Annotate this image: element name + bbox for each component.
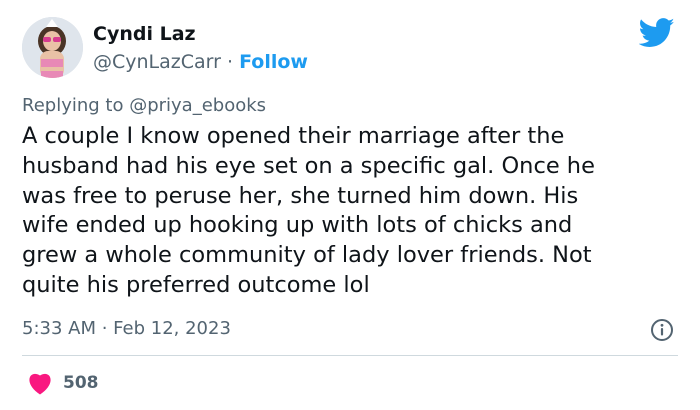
replying-prefix: Replying to	[22, 95, 130, 116]
tweet-text: A couple I know opened their marriage af…	[22, 123, 595, 298]
tweet-timestamp[interactable]: 5:33 AM · Feb 12, 2023	[22, 317, 231, 341]
like-button[interactable]: 508	[22, 369, 99, 397]
info-icon[interactable]	[650, 318, 674, 342]
twitter-bird-icon[interactable]	[639, 18, 675, 48]
reply-mention-link[interactable]: @priya_ebooks	[129, 95, 266, 116]
divider	[22, 355, 678, 356]
author-handle-row: @CynLazCarr · Follow	[93, 50, 308, 74]
tweet-card: Cyndi Laz @CynLazCarr · Follow Replying …	[0, 0, 700, 410]
follow-button[interactable]: Follow	[239, 51, 308, 73]
author-name[interactable]: Cyndi Laz	[93, 22, 196, 46]
avatar-image	[22, 17, 83, 78]
replying-to: Replying to @priya_ebooks	[22, 94, 266, 118]
heart-icon	[29, 373, 51, 395]
handle-separator: ·	[227, 51, 234, 73]
like-count: 508	[63, 373, 99, 393]
author-handle[interactable]: @CynLazCarr	[93, 51, 221, 73]
avatar[interactable]	[22, 17, 83, 78]
